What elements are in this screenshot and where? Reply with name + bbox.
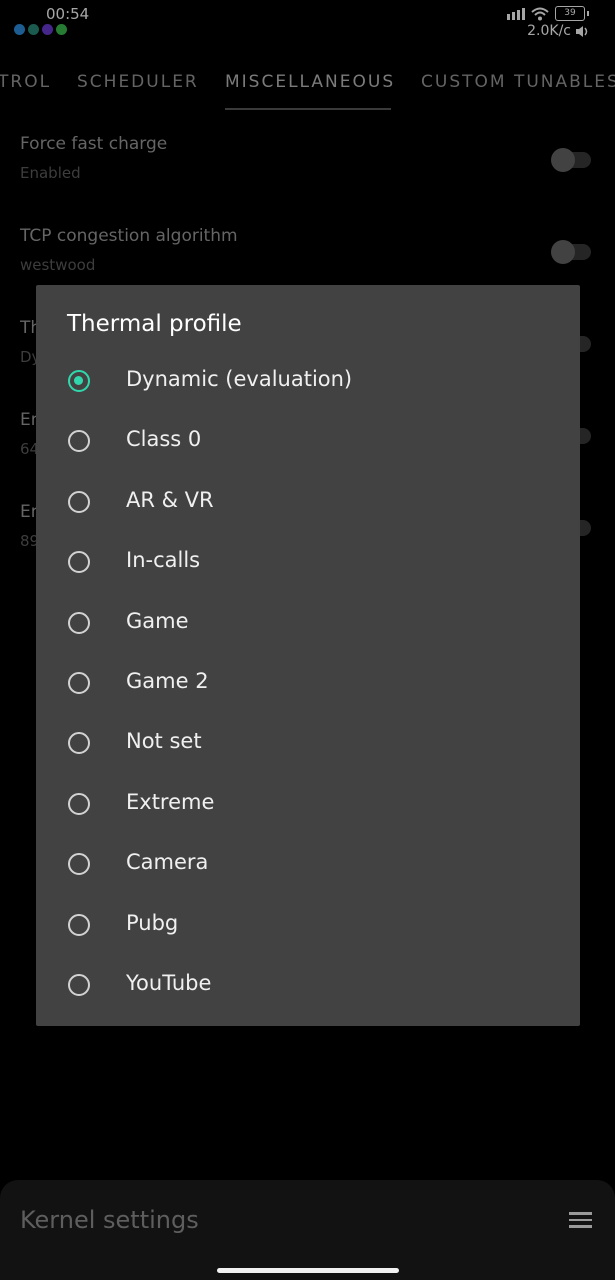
option-label: AR & VR xyxy=(126,487,214,512)
radio-button[interactable] xyxy=(68,973,90,996)
option-label: Extreme xyxy=(126,789,215,814)
radio-button[interactable] xyxy=(68,430,90,453)
radio-button[interactable] xyxy=(68,551,90,574)
option-label: Camera xyxy=(126,850,209,875)
radio-option[interactable]: Extreme xyxy=(36,775,580,835)
radio-button-checked[interactable] xyxy=(68,370,90,392)
option-label: Pubg xyxy=(126,910,179,935)
radio-button[interactable] xyxy=(68,611,90,634)
thermal-profile-dialog: Thermal profile Dynamic (evaluation) Cla… xyxy=(36,285,580,1026)
radio-option[interactable]: AR & VR xyxy=(36,473,580,533)
radio-button[interactable] xyxy=(68,853,90,876)
radio-option[interactable]: Pubg xyxy=(36,896,580,956)
option-label: Class 0 xyxy=(126,427,202,452)
radio-option[interactable]: Dynamic (evaluation) xyxy=(36,352,580,412)
radio-option[interactable]: In-calls xyxy=(36,533,580,593)
hamburger-menu-icon[interactable] xyxy=(569,1212,592,1228)
radio-button[interactable] xyxy=(68,490,90,513)
radio-option[interactable]: YouTube xyxy=(36,956,580,1016)
bottom-app-bar: Kernel settings xyxy=(0,1180,615,1280)
dialog-title: Thermal profile xyxy=(67,311,242,337)
radio-option[interactable]: Game xyxy=(36,594,580,654)
option-label: Game xyxy=(126,608,189,633)
radio-button[interactable] xyxy=(68,732,90,755)
radio-option[interactable]: Game 2 xyxy=(36,654,580,714)
option-label: Not set xyxy=(126,729,202,754)
option-label: YouTube xyxy=(126,970,212,995)
radio-button[interactable] xyxy=(68,671,90,694)
option-label: In-calls xyxy=(126,548,201,573)
radio-button[interactable] xyxy=(68,913,90,936)
radio-option-list: Dynamic (evaluation) Class 0 AR & VR In-… xyxy=(36,352,580,1016)
radio-option[interactable]: Camera xyxy=(36,835,580,895)
radio-option[interactable]: Not set xyxy=(36,714,580,774)
option-label: Dynamic (evaluation) xyxy=(126,367,353,391)
option-label: Game 2 xyxy=(126,668,209,693)
radio-button[interactable] xyxy=(68,792,90,815)
app-title: Kernel settings xyxy=(20,1206,199,1234)
gesture-navigation-bar[interactable] xyxy=(217,1268,399,1273)
radio-option[interactable]: Class 0 xyxy=(36,412,580,472)
